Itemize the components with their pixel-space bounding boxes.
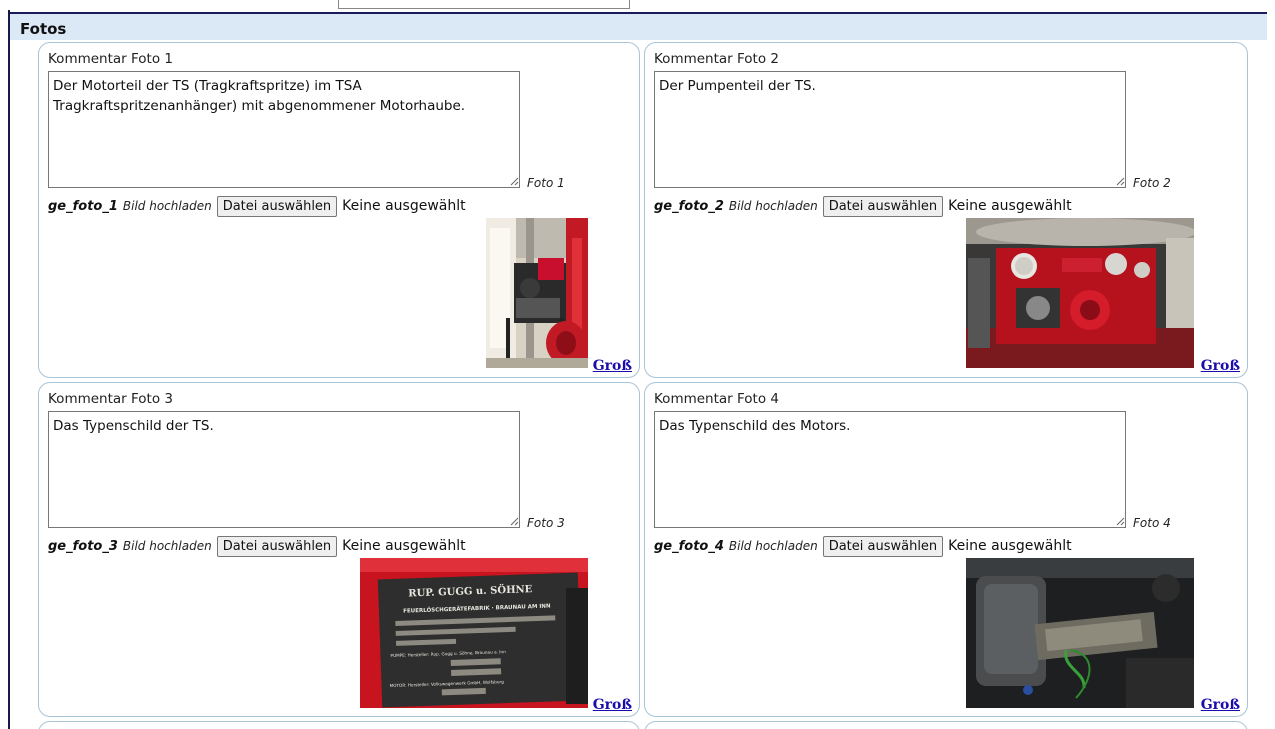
enlarge-link[interactable]: Groß: [1201, 358, 1240, 374]
comment-textarea[interactable]: Der Pumpenteil der TS.: [654, 71, 1126, 188]
photo-card-6-partial: [644, 721, 1248, 729]
section-title: Fotos: [20, 20, 67, 38]
photo-card-5-partial: [38, 721, 640, 729]
field-name: ge_foto_4: [654, 538, 724, 554]
left-border-rule: [8, 10, 10, 729]
upload-hint: Bild hochladen: [728, 199, 818, 213]
field-name: ge_foto_1: [48, 198, 118, 214]
upload-hint: Bild hochladen: [122, 199, 212, 213]
upload-row: ge_foto_3 Bild hochladen Datei auswählen…: [48, 535, 466, 557]
choose-file-button[interactable]: Datei auswählen: [216, 535, 338, 557]
upload-row: ge_foto_2 Bild hochladen Datei auswählen…: [654, 195, 1072, 217]
resize-grip-icon[interactable]: [1116, 517, 1125, 526]
file-status: Keine ausgewählt: [948, 538, 1072, 554]
enlarge-link[interactable]: Groß: [593, 697, 632, 713]
resize-grip-icon[interactable]: [510, 177, 519, 186]
comment-textarea[interactable]: Das Typenschild der TS.: [48, 411, 520, 528]
form-page: Fotos Kommentar Foto 1 Der Motorteil der…: [0, 0, 1275, 729]
comment-textarea[interactable]: Der Motorteil der TS (Tragkraftspritze) …: [48, 71, 520, 188]
upload-hint: Bild hochladen: [122, 539, 212, 553]
choose-file-button[interactable]: Datei auswählen: [822, 535, 944, 557]
enlarge-link[interactable]: Groß: [593, 358, 632, 374]
photo-card-2: Kommentar Foto 2 Der Pumpenteil der TS. …: [644, 42, 1248, 378]
file-status: Keine ausgewählt: [342, 198, 466, 214]
enlarge-link[interactable]: Groß: [1201, 697, 1240, 713]
field-name: ge_foto_3: [48, 538, 118, 554]
photo-thumbnail-2[interactable]: [966, 218, 1194, 368]
section-header: Fotos: [10, 12, 1267, 40]
comment-label: Kommentar Foto 1: [48, 51, 173, 67]
comment-label: Kommentar Foto 4: [654, 391, 779, 407]
photo-card-4: Kommentar Foto 4 Das Typenschild des Mot…: [644, 382, 1248, 717]
foto-tag: Foto 2: [1133, 176, 1171, 190]
choose-file-button[interactable]: Datei auswählen: [822, 195, 944, 217]
photo-card-3: Kommentar Foto 3 Das Typenschild der TS.…: [38, 382, 640, 717]
file-status: Keine ausgewählt: [342, 538, 466, 554]
photo-thumbnail-3[interactable]: RUP. GUGG u. SÖHNE FEUERLÖSCHGERÄTEFABRI…: [360, 558, 588, 708]
photo-thumbnail-1[interactable]: [486, 218, 588, 368]
file-status: Keine ausgewählt: [948, 198, 1072, 214]
foto-tag: Foto 4: [1133, 516, 1171, 530]
foto-tag: Foto 1: [527, 176, 565, 190]
comment-label: Kommentar Foto 2: [654, 51, 779, 67]
comment-label: Kommentar Foto 3: [48, 391, 173, 407]
resize-grip-icon[interactable]: [510, 517, 519, 526]
field-name: ge_foto_2: [654, 198, 724, 214]
photo-thumbnail-4[interactable]: [966, 558, 1194, 708]
comment-textarea[interactable]: Das Typenschild des Motors.: [654, 411, 1126, 528]
partial-input-field[interactable]: [338, 0, 630, 9]
photo-card-1: Kommentar Foto 1 Der Motorteil der TS (T…: [38, 42, 640, 378]
upload-hint: Bild hochladen: [728, 539, 818, 553]
choose-file-button[interactable]: Datei auswählen: [216, 195, 338, 217]
upload-row: ge_foto_1 Bild hochladen Datei auswählen…: [48, 195, 466, 217]
upload-row: ge_foto_4 Bild hochladen Datei auswählen…: [654, 535, 1072, 557]
foto-tag: Foto 3: [527, 516, 565, 530]
resize-grip-icon[interactable]: [1116, 177, 1125, 186]
